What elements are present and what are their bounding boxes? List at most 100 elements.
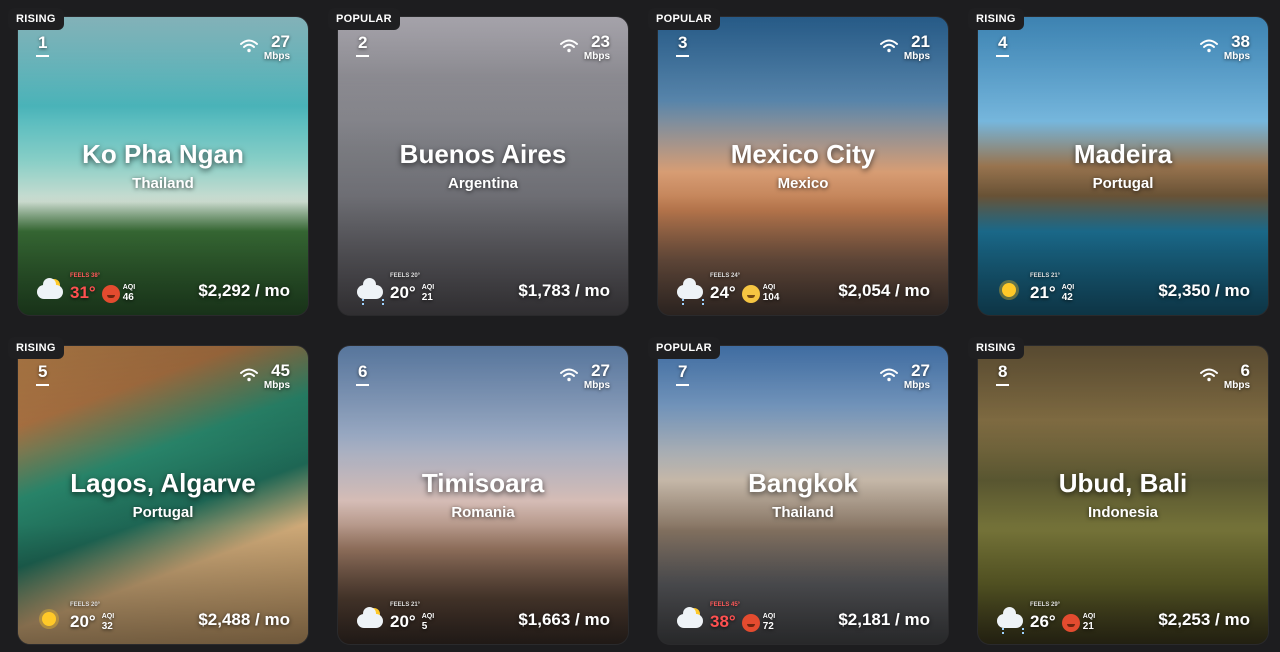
- rising-badge: RISING: [968, 337, 1024, 359]
- speed-unit: Mbps: [903, 51, 930, 62]
- air-quality: AQI 104: [741, 283, 780, 303]
- partly-cloudy-icon: [676, 607, 704, 632]
- air-quality: AQI 72: [741, 612, 775, 632]
- city-name: Mexico City: [730, 139, 876, 169]
- monthly-cost: $2,181 / mo: [838, 610, 930, 629]
- aqi-value: 21: [1082, 621, 1094, 632]
- feels-like: FEELS 38°: [70, 273, 101, 279]
- city-name: Ko Pha Ngan: [82, 139, 244, 169]
- internet-speed: 27 Mbps: [559, 362, 610, 391]
- city-card[interactable]: 3 21 Mbps Mexico City Mexico FEELS 24° 2…: [658, 17, 948, 315]
- internet-speed: 21 Mbps: [879, 33, 930, 62]
- rain-icon: [676, 278, 704, 305]
- popular-badge: POPULAR: [328, 8, 400, 30]
- weather-info: FEELS 20° 20° AQI 21: [356, 273, 434, 305]
- speed-unit: Mbps: [583, 380, 610, 391]
- country-name: Portugal: [1092, 175, 1154, 192]
- weather-info: FEELS 24° 24° AQI 104: [676, 273, 780, 305]
- speed-unit: Mbps: [903, 380, 930, 391]
- rank-number: 4: [995, 33, 1011, 57]
- city-name: Timisoara: [421, 468, 545, 498]
- country-name: Indonesia: [1087, 504, 1158, 521]
- rain-icon: [356, 278, 384, 305]
- popular-badge: POPULAR: [648, 8, 720, 30]
- country-name: Argentina: [447, 175, 518, 192]
- air-quality: AQI 21: [1061, 612, 1095, 632]
- aqi-value: 5: [421, 621, 428, 632]
- city-card[interactable]: 7 27 Mbps Bangkok Thailand FEELS 45° 38°: [658, 346, 948, 644]
- country-name: Mexico: [777, 175, 829, 192]
- city-card[interactable]: 8 6 Mbps Ubud, Bali Indonesia FEELS 29° …: [978, 346, 1268, 644]
- rank-number: 8: [995, 362, 1011, 386]
- feels-like: FEELS 45°: [710, 602, 741, 608]
- aqi-value: 46: [122, 292, 134, 303]
- internet-speed: 45 Mbps: [239, 361, 290, 391]
- internet-speed: 27 Mbps: [239, 32, 290, 62]
- wifi-icon: [559, 368, 578, 382]
- rain-icon: [996, 607, 1024, 634]
- city-name: Madeira: [1073, 139, 1173, 169]
- wifi-icon: [879, 368, 898, 382]
- city-name: Buenos Aires: [399, 139, 567, 169]
- monthly-cost: $2,350 / mo: [1158, 281, 1250, 300]
- speed-value: 45: [271, 361, 290, 380]
- city-card[interactable]: 6 27 Mbps Timisoara Romania FEELS 21° 20…: [338, 346, 628, 644]
- city-name: Bangkok: [748, 468, 858, 498]
- aqi-value: 21: [421, 292, 433, 303]
- rising-badge: RISING: [8, 8, 64, 30]
- partly-cloudy-icon: [36, 278, 64, 303]
- speed-unit: Mbps: [1223, 51, 1250, 62]
- city-name: Lagos, Algarve: [70, 468, 256, 498]
- aqi-value: 104: [762, 292, 780, 303]
- city-card[interactable]: 2 23 Mbps Buenos Aires Argentina FEELS 2…: [338, 17, 628, 315]
- weather-info: FEELS 20° 20° AQI 32: [36, 602, 114, 632]
- rising-badge: RISING: [8, 337, 64, 359]
- hot-face-icon: [741, 614, 760, 632]
- feels-like: FEELS 20°: [70, 602, 101, 608]
- country-name: Romania: [451, 504, 515, 521]
- monthly-cost: $1,663 / mo: [518, 610, 610, 629]
- city-card[interactable]: 1 27 Mbps Ko Pha Ngan Thailand FEELS 38°…: [18, 17, 308, 315]
- feels-like: FEELS 21°: [1030, 273, 1061, 279]
- feels-like: FEELS 24°: [710, 273, 741, 279]
- wifi-icon: [1199, 39, 1218, 53]
- wifi-icon: [879, 39, 898, 53]
- temperature: 20°: [390, 283, 416, 302]
- monthly-cost: $2,054 / mo: [838, 281, 930, 300]
- aqi-value: 42: [1061, 292, 1073, 303]
- temperature: 20°: [390, 612, 416, 631]
- city-card[interactable]: 5 45 Mbps Lagos, Algarve Portugal FEELS …: [18, 346, 308, 644]
- aqi-value: 72: [762, 621, 774, 632]
- internet-speed: 27 Mbps: [879, 362, 930, 391]
- speed-unit: Mbps: [1223, 380, 1250, 391]
- air-quality: AQI 5: [422, 612, 434, 632]
- air-quality: AQI 46: [101, 283, 135, 303]
- rising-badge: RISING: [968, 8, 1024, 30]
- rank-number: 7: [675, 362, 691, 386]
- air-quality: AQI 42: [1062, 283, 1074, 303]
- feels-like: FEELS 20°: [390, 273, 421, 279]
- internet-speed: 38 Mbps: [1199, 32, 1250, 62]
- weather-info: FEELS 21° 20° AQI 5: [356, 602, 434, 632]
- rank-number: 3: [675, 33, 691, 57]
- mask-face-icon: [741, 285, 760, 303]
- wifi-icon: [239, 368, 258, 382]
- monthly-cost: $2,488 / mo: [198, 610, 290, 629]
- weather-info: FEELS 38° 31° AQI 46: [36, 273, 135, 303]
- speed-value: 6: [1240, 361, 1250, 380]
- temperature: 31°: [70, 283, 96, 302]
- monthly-cost: $2,292 / mo: [198, 281, 290, 300]
- monthly-cost: $1,783 / mo: [518, 281, 610, 300]
- speed-unit: Mbps: [263, 51, 290, 62]
- hot-face-icon: [101, 285, 120, 303]
- air-quality: AQI 21: [422, 283, 434, 303]
- country-name: Portugal: [132, 504, 194, 521]
- speed-unit: Mbps: [263, 380, 290, 391]
- city-card[interactable]: 4 38 Mbps Madeira Portugal FEELS 21° 21°: [978, 17, 1268, 315]
- hot-face-icon: [1061, 614, 1080, 632]
- speed-value: 38: [1231, 32, 1250, 51]
- speed-value: 27: [271, 32, 290, 51]
- city-name: Ubud, Bali: [1058, 468, 1188, 498]
- speed-unit: Mbps: [583, 51, 610, 62]
- internet-speed: 6 Mbps: [1199, 361, 1250, 391]
